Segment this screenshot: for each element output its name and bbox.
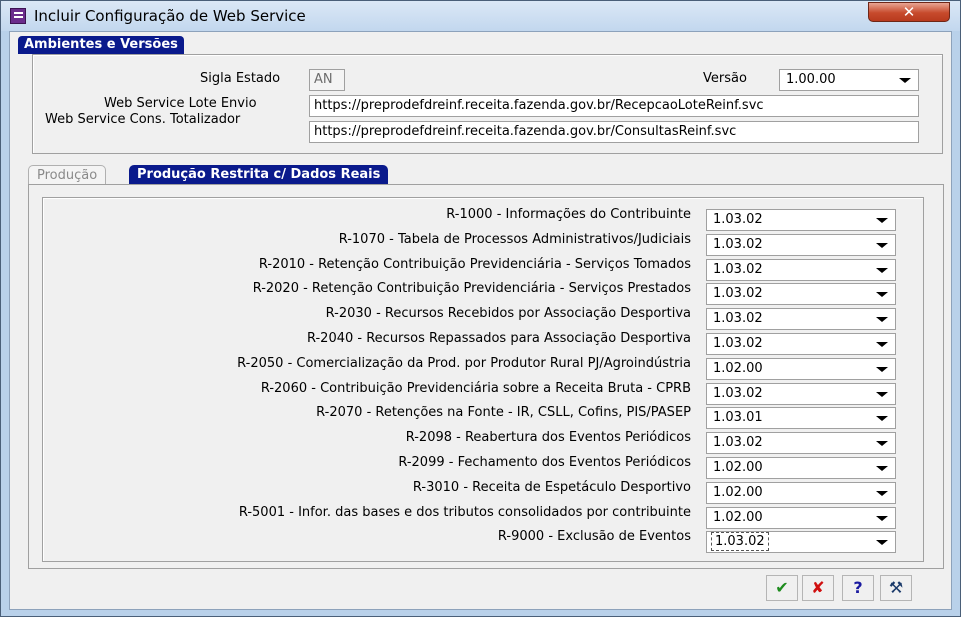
ok-button[interactable]: ✔: [766, 575, 798, 601]
event-version-select[interactable]: 1.03.02: [706, 283, 896, 306]
chevron-down-icon: [876, 218, 888, 223]
event-version-select[interactable]: 1.02.00: [706, 481, 896, 504]
event-version-value: 1.03.02: [711, 532, 769, 552]
section-title: Ambientes e Versões: [18, 36, 184, 54]
event-label: R-1070 - Tabela de Processos Administrat…: [338, 231, 691, 247]
event-version-value: 1.03.02: [713, 385, 763, 401]
dialog-window: Incluir Configuração de Web Service ✕ Am…: [0, 0, 961, 617]
event-label: R-2050 - Comercialização da Prod. por Pr…: [237, 355, 691, 371]
versao-select[interactable]: 1.00.00: [779, 69, 919, 91]
event-version-value: 1.03.02: [713, 261, 763, 277]
sigla-label: Sigla Estado: [200, 71, 281, 86]
event-version-select[interactable]: 1.02.00: [706, 357, 896, 380]
chevron-down-icon: [876, 416, 888, 422]
cancel-button[interactable]: ✘: [802, 575, 834, 601]
event-version-value: 1.03.02: [713, 311, 763, 327]
sigla-field: AN: [309, 69, 345, 91]
event-version-select[interactable]: 1.03.02: [706, 531, 896, 554]
event-label: R-2040 - Recursos Repassados para Associ…: [306, 331, 691, 346]
tool-button[interactable]: ⚒: [880, 575, 912, 601]
event-version-select[interactable]: 1.02.00: [706, 506, 896, 529]
environment-panel: Sigla Estado AN Versão 1.00.00 Web Servi…: [32, 54, 943, 154]
chevron-down-icon: [876, 391, 888, 397]
event-version-value: 1.02.00: [713, 460, 763, 475]
event-label: R-2010 - Retenção Contribuição Previdenc…: [258, 256, 691, 272]
versao-label: Versão: [703, 71, 747, 86]
event-version-value: 1.03.02: [713, 336, 763, 351]
tab-producao[interactable]: Produção: [28, 165, 107, 184]
event-version-select[interactable]: 1.03.02: [706, 333, 896, 355]
event-label: R-5001 - Infor. das bases e dos tributos…: [238, 504, 691, 520]
event-version-select[interactable]: 1.03.01: [706, 407, 896, 430]
x-icon: ✘: [811, 578, 825, 597]
event-version-value: 1.03.02: [713, 286, 763, 302]
event-version-select[interactable]: 1.03.02: [706, 382, 896, 405]
event-label: R-1000 - Informações do Contribuinte: [446, 207, 691, 222]
event-version-select[interactable]: 1.03.02: [706, 233, 896, 256]
lote-url-field[interactable]: https://preprodefdreinf.receita.fazenda.…: [309, 95, 919, 117]
event-label: R-2020 - Retenção Contribuição Previdenc…: [252, 281, 691, 297]
chevron-down-icon: [876, 441, 888, 447]
event-version-value: 1.02.00: [713, 484, 763, 500]
event-version-select[interactable]: 1.03.02: [706, 209, 896, 231]
help-button[interactable]: ?: [842, 575, 874, 601]
tool-icon: ⚒: [888, 578, 904, 597]
event-version-value: 1.03.02: [713, 435, 763, 451]
event-label: R-2070 - Retenções na Fonte - IR, CSLL, …: [316, 405, 691, 421]
chevron-down-icon: [876, 540, 888, 546]
chevron-down-icon: [876, 317, 888, 323]
event-label: R-2030 - Recursos Recebidos por Associaç…: [325, 306, 691, 322]
lote-label: Web Service Lote Envio: [104, 96, 257, 111]
event-version-value: 1.03.01: [713, 410, 763, 426]
dialog-client: Ambientes e Versões Sigla Estado AN Vers…: [9, 31, 952, 610]
event-label: R-2098 - Reabertura dos Eventos Periódic…: [405, 430, 691, 446]
app-icon: [10, 8, 26, 24]
chevron-down-icon: [876, 466, 888, 471]
event-label: R-3010 - Receita de Espetáculo Desportiv…: [412, 479, 691, 495]
chevron-down-icon: [876, 342, 888, 347]
event-label: R-9000 - Exclusão de Eventos: [497, 529, 691, 545]
events-panel: R-1000 - Informações do Contribuinte 1.03…: [42, 197, 924, 562]
event-version-value: 1.02.00: [713, 360, 763, 376]
event-label: R-2099 - Fechamento dos Eventos Periódic…: [398, 455, 691, 470]
chevron-down-icon: [876, 242, 888, 248]
chevron-down-icon: [876, 267, 888, 273]
chevron-down-icon: [876, 515, 888, 521]
close-button[interactable]: ✕: [868, 2, 950, 22]
chevron-down-icon: [899, 78, 911, 83]
event-version-value: 1.03.02: [713, 212, 763, 227]
chevron-down-icon: [876, 292, 888, 298]
cons-label: Web Service Cons. Totalizador: [45, 112, 241, 127]
tab-producao-restrita[interactable]: Produção Restrita c/ Dados Reais: [129, 165, 389, 184]
versao-value: 1.00.00: [786, 72, 836, 87]
question-icon: ?: [853, 578, 863, 597]
cons-url-field[interactable]: https://preprodefdreinf.receita.fazenda.…: [309, 121, 919, 143]
event-version-value: 1.03.02: [713, 236, 763, 252]
event-version-select[interactable]: 1.03.02: [706, 308, 896, 331]
check-icon: ✔: [775, 578, 789, 597]
chevron-down-icon: [876, 366, 888, 372]
event-version-select[interactable]: 1.02.00: [706, 457, 896, 479]
chevron-down-icon: [876, 490, 888, 496]
title-bar[interactable]: Incluir Configuração de Web Service ✕: [1, 1, 960, 31]
event-version-select[interactable]: 1.03.02: [706, 432, 896, 455]
event-version-select[interactable]: 1.03.02: [706, 258, 896, 281]
tab-panel: R-1000 - Informações do Contribuinte 1.03…: [28, 184, 944, 569]
window-title: Incluir Configuração de Web Service: [34, 7, 306, 25]
event-label: R-2060 - Contribuição Previdenciária sob…: [260, 380, 691, 396]
event-version-value: 1.02.00: [713, 509, 763, 525]
